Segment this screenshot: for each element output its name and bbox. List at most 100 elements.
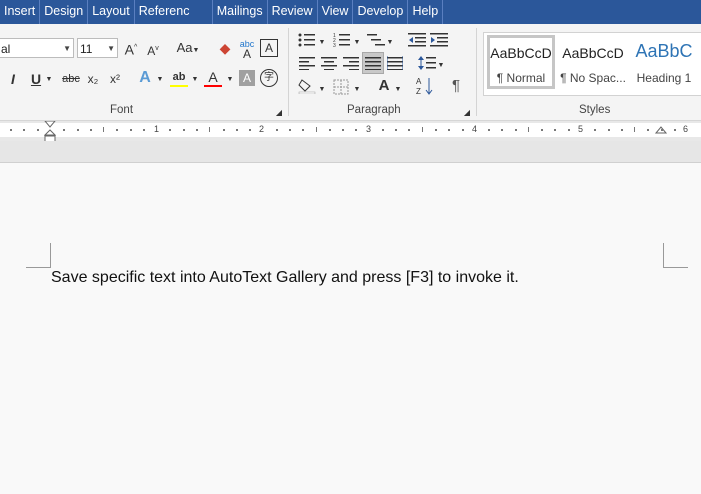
character-shading-button[interactable]: A [239, 70, 255, 86]
tab-references[interactable]: Referenc [135, 0, 213, 24]
ruler-dot [541, 129, 543, 131]
ruler-dot [90, 129, 92, 131]
line-spacing-icon[interactable] [418, 55, 436, 71]
ruler-dot [77, 129, 79, 131]
decrease-indent-icon[interactable] [408, 32, 426, 48]
shrink-font-button[interactable]: Av [144, 40, 162, 60]
underline-button[interactable]: U [28, 70, 44, 88]
asian-layout-button[interactable]: A [375, 77, 393, 95]
numbering-icon[interactable]: 123 [333, 32, 351, 48]
align-left-icon[interactable] [299, 56, 315, 70]
sort-icon[interactable]: AZ [416, 76, 434, 96]
chevron-down-icon[interactable]: ▼ [386, 34, 394, 52]
style-normal[interactable]: AaBbCcD ¶ Normal [487, 35, 555, 89]
ruler-dot [342, 129, 344, 131]
style-sample: AaBbCcD [562, 45, 624, 61]
dialog-launcher-icon[interactable]: ◢ [462, 104, 472, 122]
ruler-dot [554, 129, 556, 131]
clear-formatting-icon[interactable]: ◆ [216, 39, 234, 57]
tab-developer[interactable]: Develop [353, 0, 409, 24]
ruler-dot [302, 129, 304, 131]
font-color-button[interactable]: A [205, 68, 221, 86]
chevron-down-icon[interactable]: ▼ [437, 57, 445, 75]
shading-icon[interactable] [298, 78, 316, 94]
ruler-dot [183, 129, 185, 131]
indent-marker-icon[interactable] [44, 121, 56, 143]
multilevel-list-icon[interactable] [367, 32, 385, 48]
increase-indent-icon[interactable] [430, 32, 448, 48]
horizontal-ruler[interactable]: 1 2 3 4 5 6 [0, 121, 701, 143]
phonetic-guide-button[interactable]: abc A [238, 39, 256, 60]
ruler-dot [37, 129, 39, 131]
text-effects-button[interactable]: A [137, 69, 153, 87]
borders-icon[interactable] [333, 79, 349, 95]
ruler-dot [435, 129, 437, 131]
document-text[interactable]: Save specific text into AutoText Gallery… [51, 269, 519, 287]
distributed-icon[interactable] [387, 56, 403, 70]
ruler-tick [209, 127, 210, 132]
ruler-dot [621, 129, 623, 131]
tab-layout[interactable]: Layout [88, 0, 135, 24]
enclose-circle-button[interactable]: 字 [260, 69, 278, 87]
ruler-dot [647, 129, 649, 131]
subscript-button[interactable]: x₂ [85, 70, 101, 88]
style-name: Heading 1 [636, 71, 692, 85]
ruler-dot [116, 129, 118, 131]
strikethrough-button[interactable]: abc [60, 70, 82, 88]
show-formatting-marks-button[interactable]: ¶ [449, 77, 463, 95]
ruler-number: 1 [154, 124, 160, 134]
ruler-dot [608, 129, 610, 131]
align-right-icon[interactable] [343, 56, 359, 70]
paragraph-group-label: Paragraph [347, 104, 401, 116]
ruler-dot [10, 129, 12, 131]
right-indent-marker-icon[interactable] [655, 126, 667, 138]
chevron-down-icon[interactable]: ▼ [226, 71, 234, 89]
chevron-down-icon[interactable]: ▼ [156, 71, 164, 89]
ruler-dot [223, 129, 225, 131]
align-center-icon[interactable] [321, 56, 337, 70]
font-name-combo[interactable]: al ▼ [0, 38, 74, 58]
dialog-launcher-icon[interactable]: ◢ [274, 104, 284, 122]
bullets-icon[interactable] [298, 32, 316, 48]
style-heading-1[interactable]: AaBbC Heading 1 [630, 35, 698, 89]
underline-dropdown-icon[interactable]: ▼ [45, 71, 53, 89]
justify-icon [365, 57, 381, 70]
tab-insert[interactable]: Insert [0, 0, 41, 24]
chevron-down-icon[interactable]: ▼ [353, 81, 361, 99]
ruler-tick [634, 127, 635, 132]
ruler-dot [382, 129, 384, 131]
tab-mailings[interactable]: Mailings [213, 0, 268, 24]
italic-button[interactable]: I [6, 70, 20, 88]
ruler-dot [143, 129, 145, 131]
ribbon: al ▼ 11 ▼ A^ Av Aa▼ ◆ abc A A I U ▼ abc x… [0, 24, 701, 121]
justify-button[interactable] [362, 52, 384, 74]
styles-gallery: AaBbCcD ¶ Normal AaBbCcD ¶ No Spac... Aa… [483, 32, 701, 96]
ruler-dot [23, 129, 25, 131]
highlight-button[interactable]: ab [170, 68, 188, 86]
ruler-number: 2 [259, 124, 265, 134]
ruler-margin-band [0, 141, 701, 163]
ruler-dot [448, 129, 450, 131]
ruler-dot [169, 129, 171, 131]
chevron-down-icon[interactable]: ▼ [318, 81, 326, 99]
tab-review[interactable]: Review [268, 0, 318, 24]
tab-help[interactable]: Help [408, 0, 444, 24]
document-page[interactable]: Save specific text into AutoText Gallery… [0, 163, 701, 494]
font-size-combo[interactable]: 11 ▼ [77, 38, 118, 58]
grow-font-button[interactable]: A^ [122, 39, 140, 59]
tab-view[interactable]: View [318, 0, 354, 24]
ruler-dot [329, 129, 331, 131]
change-case-button[interactable]: Aa▼ [173, 39, 203, 60]
chevron-down-icon[interactable]: ▼ [318, 34, 326, 52]
style-no-spacing[interactable]: AaBbCcD ¶ No Spac... [559, 35, 627, 89]
chevron-down-icon[interactable]: ▼ [353, 34, 361, 52]
ruler-dot [661, 129, 663, 131]
style-name: ¶ No Spac... [560, 71, 626, 85]
superscript-button[interactable]: x² [107, 70, 123, 88]
tab-design[interactable]: Design [40, 0, 89, 24]
ruler-number: 4 [472, 124, 478, 134]
chevron-down-icon[interactable]: ▼ [394, 81, 402, 99]
chevron-down-icon[interactable]: ▼ [191, 71, 199, 89]
crop-mark-left [26, 243, 51, 268]
enclose-character-button[interactable]: A [260, 39, 278, 57]
